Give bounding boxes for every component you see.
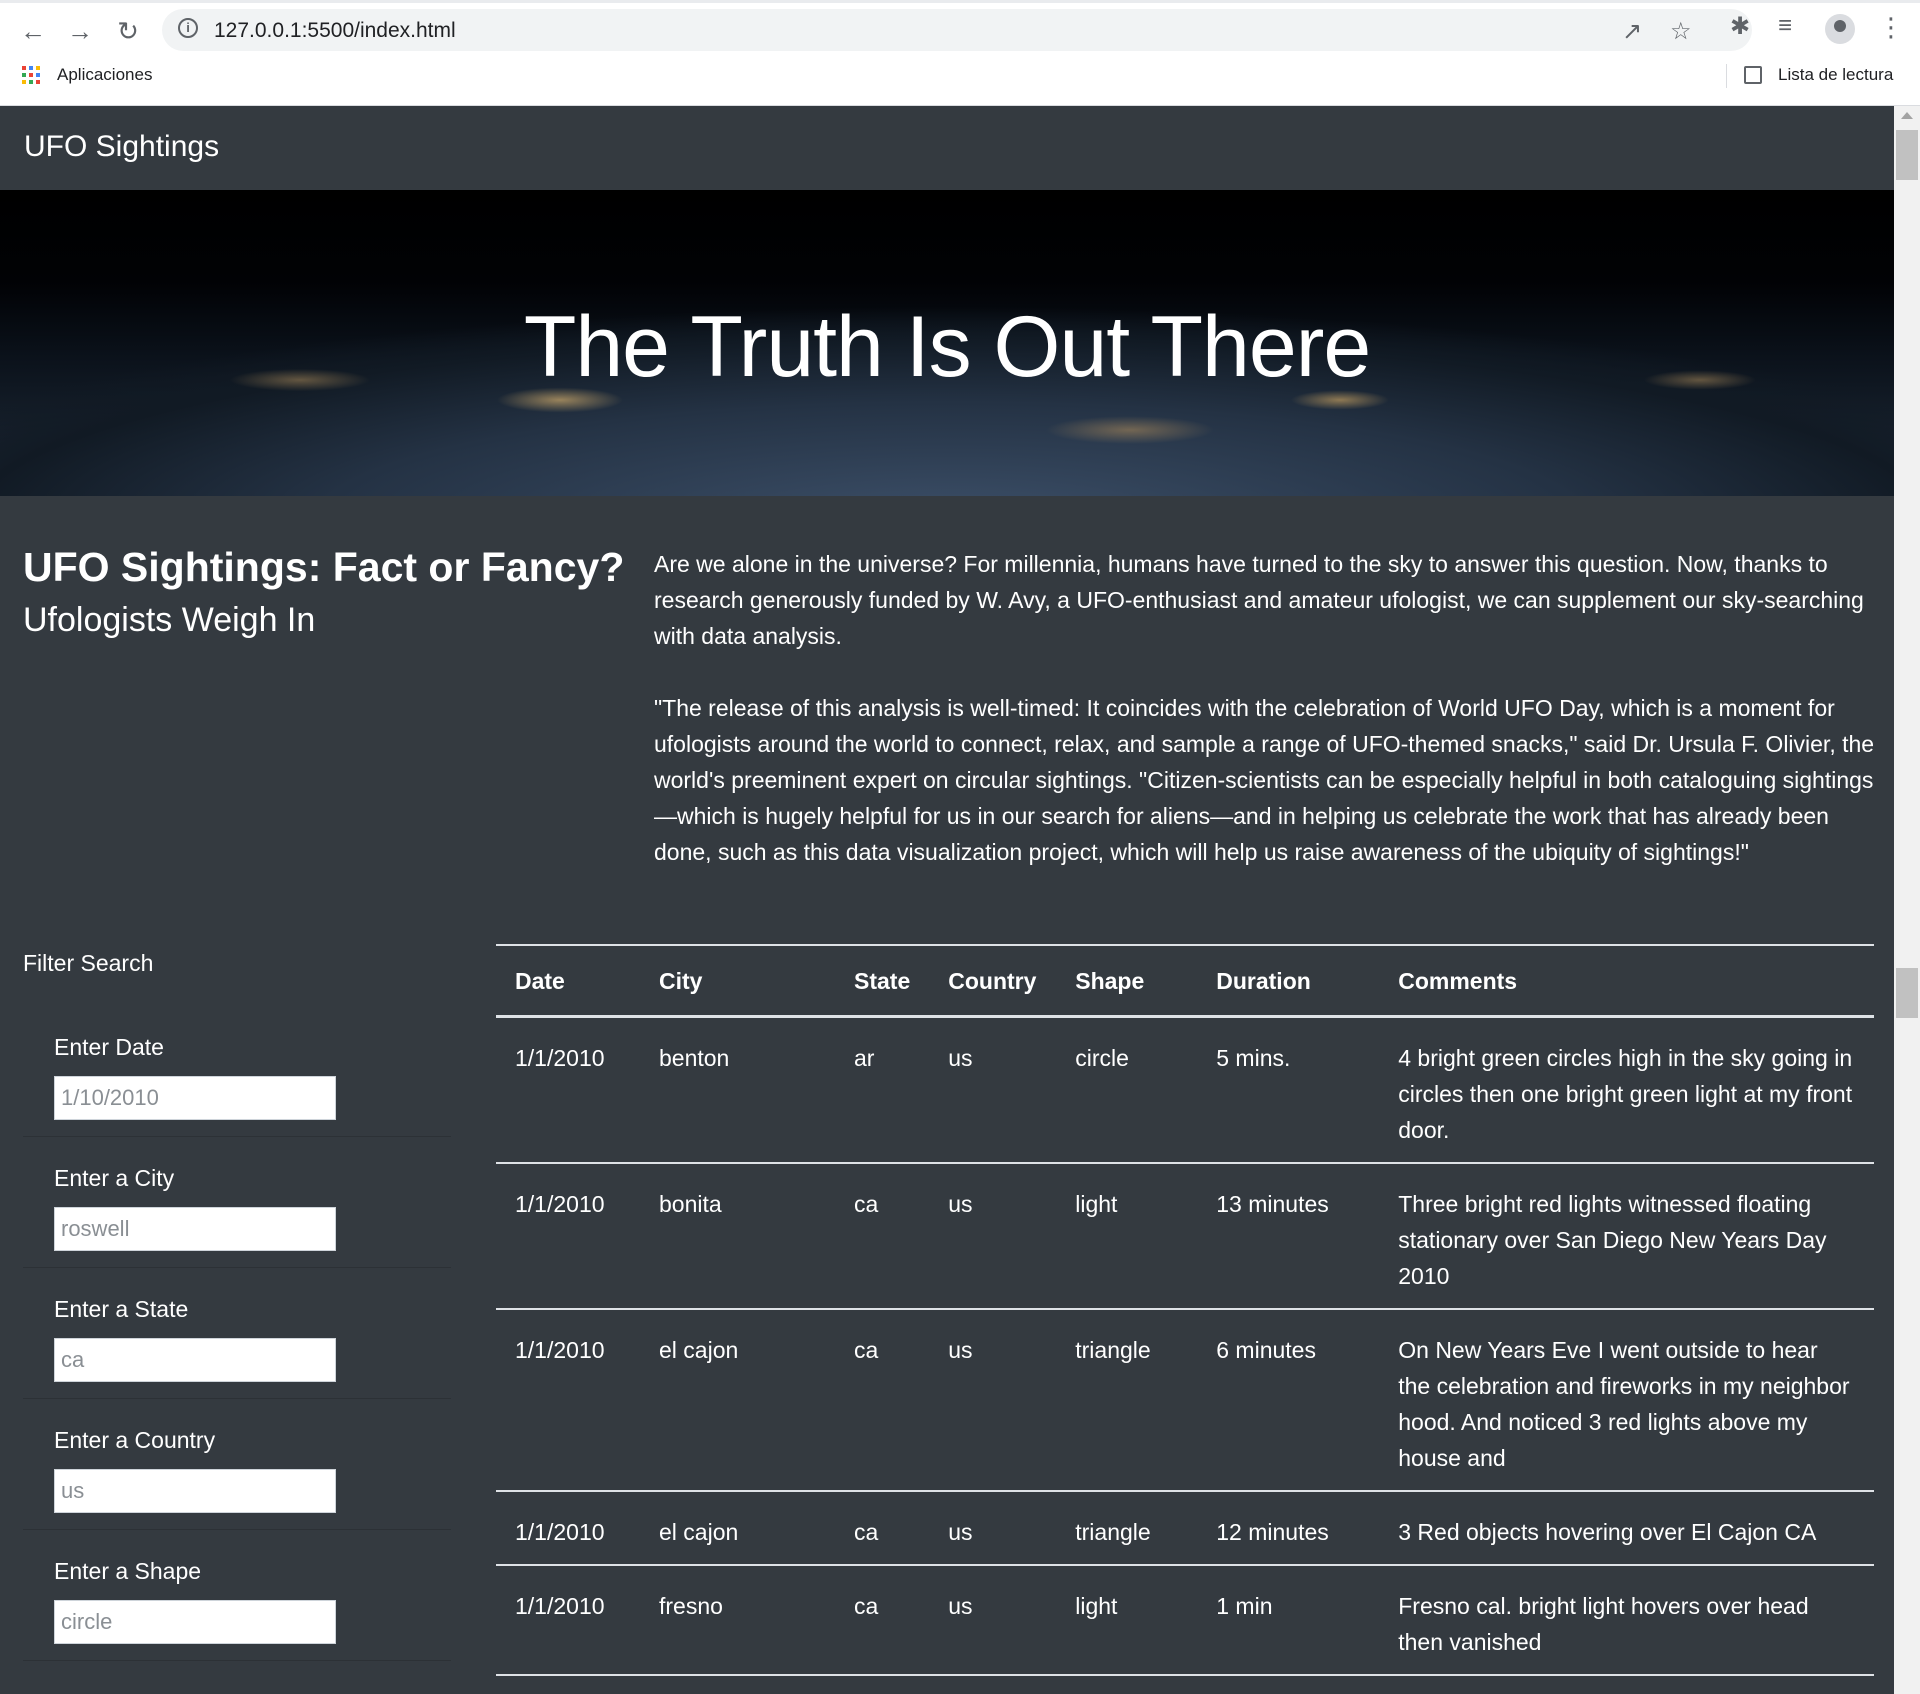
cell-country: us [929,1309,1057,1492]
cell-country: us [929,1016,1057,1164]
filter-group-date: Enter Date [23,1006,451,1137]
reload-icon[interactable]: ↻ [111,14,145,48]
shape-label: Enter a Shape [54,1558,202,1584]
cell-comments: On New Years Eve I went outside to hear … [1379,1309,1874,1492]
column-header-comments: Comments [1379,945,1874,1018]
cell-duration: 5 mins. [1197,1016,1380,1164]
table-row: 1/1/2010 fresno ca us light 1 min Fresno… [496,1565,1874,1676]
cell-city: el cajon [640,1491,835,1566]
filter-search-title: Filter Search [23,950,154,976]
cell-comments: Fresno cal. bright light hovers over hea… [1379,1565,1874,1676]
cell-state: ca [835,1163,930,1310]
cell-duration: 12 minutes [1197,1491,1380,1566]
cell-date: 1/1/2010 [496,1309,640,1492]
media-queue-icon[interactable]: ≡ [1778,12,1792,40]
scroll-up-arrow-icon[interactable] [1901,112,1913,119]
article-paragraph-1: Are we alone in the universe? For millen… [654,551,1864,649]
date-label: Enter Date [54,1034,164,1060]
column-header-city: City [640,945,835,1018]
navbar-brand[interactable]: UFO Sightings [24,130,219,164]
table-row: 1/1/2010 bonita ca us light 13 minutes T… [496,1163,1874,1310]
filter-group-city: Enter a City [23,1137,451,1268]
ufo-table: Date City State Country Shape Duration C… [496,944,1874,1676]
column-header-duration: Duration [1197,945,1380,1018]
hero-banner: The Truth Is Out There [0,190,1894,496]
cell-comments: 3 Red objects hovering over El Cajon CA [1379,1491,1874,1566]
column-header-date: Date [496,945,640,1018]
column-header-state: State [835,945,930,1018]
hero-title: The Truth Is Out There [523,299,1371,395]
cell-state: ca [835,1565,930,1676]
country-label: Enter a Country [54,1427,216,1453]
city-input[interactable] [54,1207,336,1251]
cell-shape: light [1056,1565,1198,1676]
filter-group-shape: Enter a Shape [23,1530,451,1661]
cell-duration: 13 minutes [1197,1163,1380,1310]
tab-strip-edge [0,0,1920,3]
cell-state: ar [835,1016,930,1164]
table-row: 1/1/2010 el cajon ca us triangle 12 minu… [496,1491,1874,1566]
bookmark-apps-label[interactable]: Aplicaciones [57,65,152,85]
cell-city: el cajon [640,1309,835,1492]
cell-date: 1/1/2010 [496,1491,640,1566]
apps-grid-icon[interactable] [22,66,40,84]
column-header-shape: Shape [1056,945,1198,1018]
filter-group-state: Enter a State [23,1268,451,1399]
browser-chrome: ← → ↻ i 127.0.0.1:5500/index.html ↗ ☆ ✱ … [0,0,1920,106]
cell-date: 1/1/2010 [496,1565,640,1676]
filter-form: Enter Date Enter a City Enter a State En… [23,1006,451,1661]
city-label: Enter a City [54,1165,175,1191]
reading-list-icon[interactable] [1744,66,1762,84]
column-header-country: Country [929,945,1057,1018]
date-input[interactable] [54,1076,336,1120]
table-header-row: Date City State Country Shape Duration C… [496,945,1874,1018]
cell-city: bonita [640,1163,835,1310]
table-row: 1/1/2010 benton ar us circle 5 mins. 4 b… [496,1016,1874,1164]
scrollbar-thumb[interactable] [1896,130,1918,180]
scrollbar-thumb-secondary[interactable] [1896,968,1918,1018]
address-bar[interactable]: i 127.0.0.1:5500/index.html ↗ ☆ [162,9,1752,51]
country-input[interactable] [54,1469,336,1513]
page-content: UFO Sightings The Truth Is Out There UFO… [0,106,1894,1694]
cell-comments: 4 bright green circles high in the sky g… [1379,1016,1874,1164]
cell-shape: circle [1056,1016,1198,1164]
cell-shape: triangle [1056,1491,1198,1566]
article-title: UFO Sightings: Fact or Fancy? [23,544,625,590]
article-subtitle: Ufologists Weigh In [23,601,316,639]
cell-country: us [929,1491,1057,1566]
table-row: 1/1/2010 el cajon ca us triangle 6 minut… [496,1309,1874,1492]
cell-date: 1/1/2010 [496,1163,640,1310]
filter-group-country: Enter a Country [23,1399,451,1530]
shape-input[interactable] [54,1600,336,1644]
url-text[interactable]: 127.0.0.1:5500/index.html [214,19,456,43]
cell-state: ca [835,1309,930,1492]
bookmark-divider [1726,64,1727,88]
cell-duration: 1 min [1197,1565,1380,1676]
bookmark-star-icon[interactable]: ☆ [1670,17,1692,46]
state-label: Enter a State [54,1296,189,1322]
cell-date: 1/1/2010 [496,1016,640,1164]
reading-list-label[interactable]: Lista de lectura [1778,65,1893,85]
forward-arrow-icon[interactable]: → [63,14,97,48]
cell-country: us [929,1565,1057,1676]
article-paragraph-2: "The release of this analysis is well-ti… [654,695,1875,865]
cell-shape: light [1056,1163,1198,1310]
site-info-icon[interactable]: i [178,18,198,38]
share-icon[interactable]: ↗ [1622,17,1642,46]
profile-avatar-icon[interactable] [1825,14,1855,44]
cell-comments: Three bright red lights witnessed floati… [1379,1163,1874,1310]
cell-city: fresno [640,1565,835,1676]
cell-state: ca [835,1491,930,1566]
extensions-puzzle-icon[interactable]: ✱ [1730,12,1750,41]
menu-kebab-icon[interactable]: ⋮ [1878,12,1904,43]
state-input[interactable] [54,1338,336,1382]
cell-shape: triangle [1056,1309,1198,1492]
page-scrollbar[interactable] [1894,106,1920,1694]
cell-duration: 6 minutes [1197,1309,1380,1492]
cell-country: us [929,1163,1057,1310]
back-arrow-icon[interactable]: ← [16,14,50,48]
cell-city: benton [640,1016,835,1164]
